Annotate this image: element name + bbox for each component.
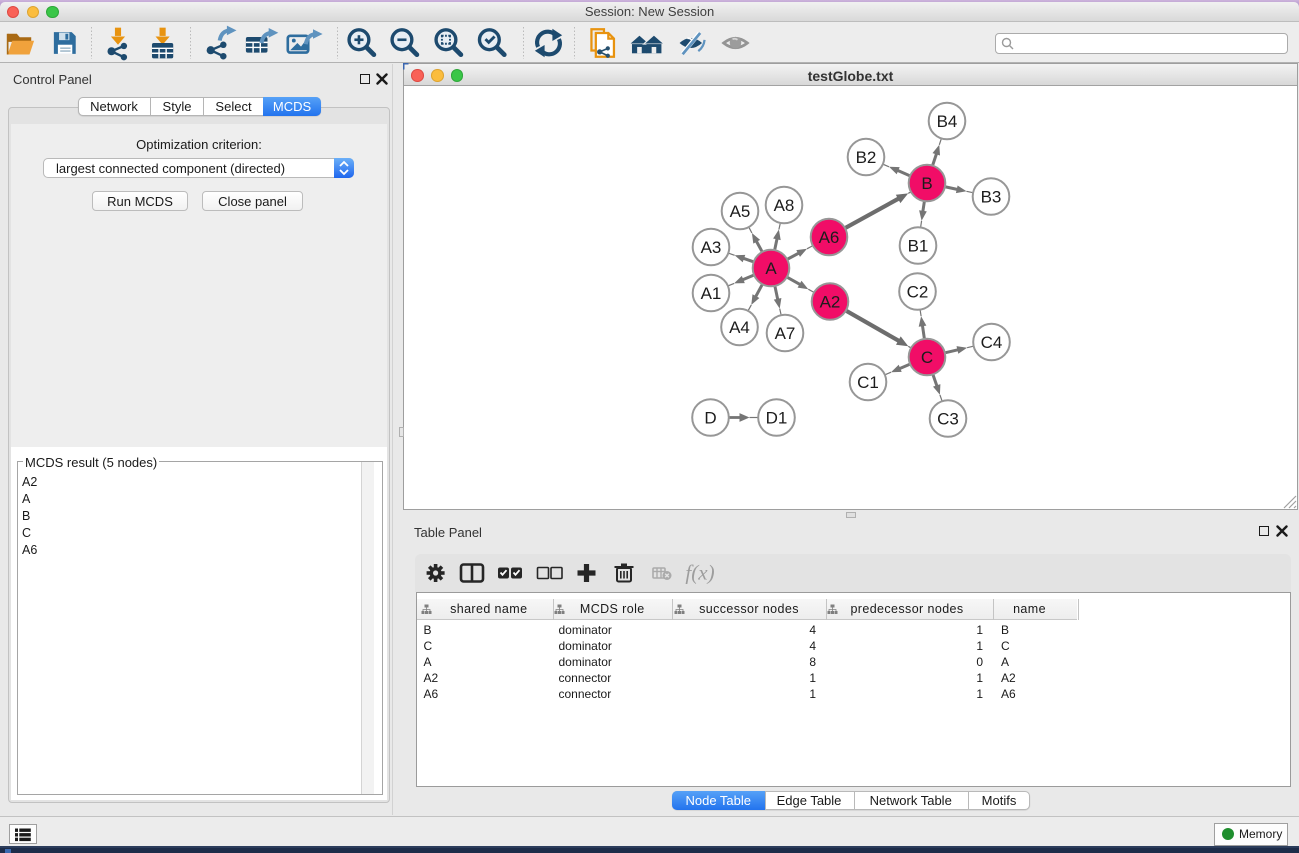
svg-text:A7: A7 — [775, 324, 796, 343]
svg-text:D: D — [704, 409, 716, 428]
svg-text:B4: B4 — [937, 112, 958, 131]
svg-text:C: C — [921, 348, 933, 367]
svg-text:B2: B2 — [856, 148, 877, 167]
svg-text:A: A — [765, 259, 777, 278]
svg-text:A8: A8 — [774, 196, 795, 215]
svg-text:A2: A2 — [820, 293, 841, 312]
svg-text:C2: C2 — [907, 283, 929, 302]
svg-text:A4: A4 — [729, 318, 750, 337]
svg-text:B: B — [921, 174, 932, 193]
svg-text:C3: C3 — [937, 410, 959, 429]
svg-text:A1: A1 — [701, 284, 722, 303]
svg-text:B3: B3 — [981, 188, 1002, 207]
svg-text:B1: B1 — [908, 237, 929, 256]
svg-text:C1: C1 — [857, 373, 879, 392]
svg-text:A5: A5 — [730, 202, 751, 221]
svg-text:C4: C4 — [981, 333, 1003, 352]
svg-text:A6: A6 — [819, 228, 840, 247]
svg-text:A3: A3 — [701, 238, 722, 257]
svg-text:f(x): f(x) — [685, 561, 714, 585]
svg-text:D1: D1 — [766, 409, 788, 428]
